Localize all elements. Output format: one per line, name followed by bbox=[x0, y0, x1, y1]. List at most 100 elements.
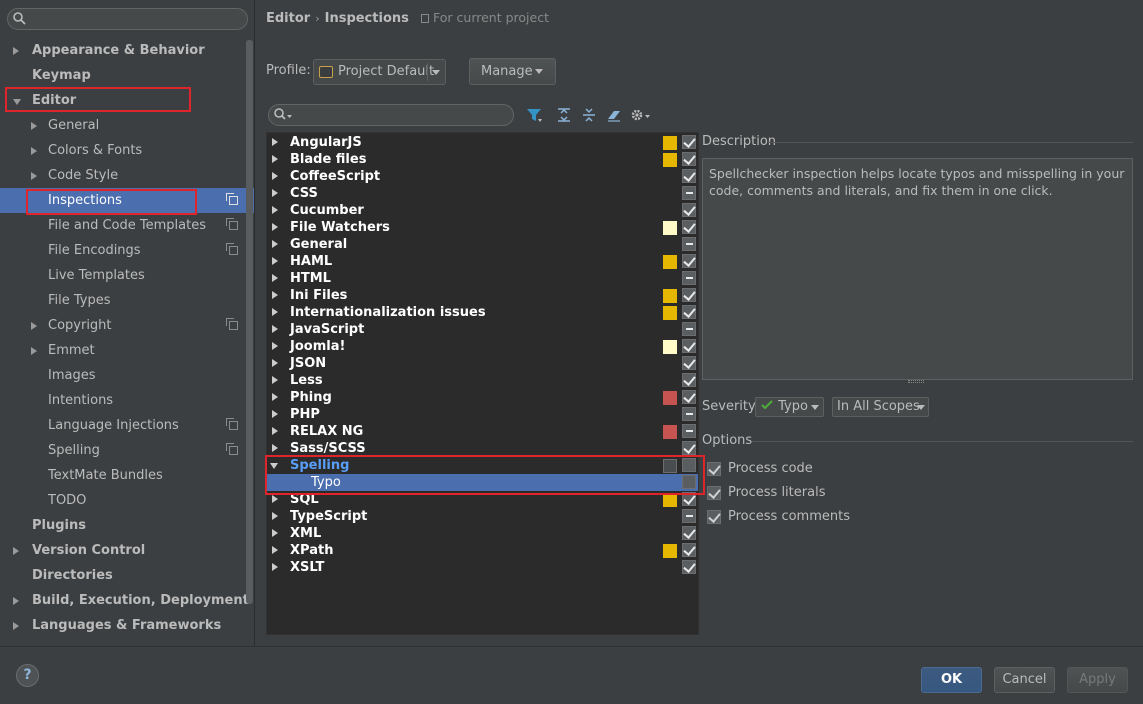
checkbox[interactable] bbox=[707, 462, 721, 476]
sidebar-item-plugins[interactable]: Plugins bbox=[0, 513, 254, 538]
enable-checkbox[interactable] bbox=[682, 169, 696, 183]
enable-checkbox[interactable] bbox=[682, 135, 696, 149]
sidebar-item-file-encodings[interactable]: File Encodings bbox=[0, 238, 254, 263]
sidebar-item-colors-fonts[interactable]: Colors & Fonts bbox=[0, 138, 254, 163]
sidebar-item-textmate-bundles[interactable]: TextMate Bundles bbox=[0, 463, 254, 488]
checkbox[interactable] bbox=[707, 486, 721, 500]
inspection-group-row[interactable]: AngularJS bbox=[267, 134, 698, 151]
inspection-group-row[interactable]: Internationalization issues bbox=[267, 304, 698, 321]
sidebar-item-version-control[interactable]: Version Control bbox=[0, 538, 254, 563]
enable-checkbox[interactable] bbox=[682, 526, 696, 540]
expand-arrow-icon[interactable] bbox=[272, 342, 278, 350]
expand-all-icon[interactable] bbox=[556, 107, 572, 123]
inspection-group-row[interactable]: Ini Files bbox=[267, 287, 698, 304]
expand-arrow-icon[interactable] bbox=[272, 206, 278, 214]
expand-arrow-icon[interactable] bbox=[272, 563, 278, 571]
inspection-group-row[interactable]: PHP bbox=[267, 406, 698, 423]
expand-arrow-icon[interactable] bbox=[31, 122, 37, 130]
sidebar-item-languages-frameworks[interactable]: Languages & Frameworks bbox=[0, 613, 254, 638]
enable-checkbox[interactable] bbox=[682, 543, 696, 557]
manage-button[interactable]: Manage bbox=[469, 58, 556, 85]
inspection-group-row[interactable]: XML bbox=[267, 525, 698, 542]
inspection-group-row[interactable]: HTML bbox=[267, 270, 698, 287]
gear-icon[interactable] bbox=[630, 107, 652, 123]
expand-arrow-icon[interactable] bbox=[272, 274, 278, 282]
sidebar-item-file-code-templates[interactable]: File and Code Templates bbox=[0, 213, 254, 238]
inspection-group-row[interactable]: CSS bbox=[267, 185, 698, 202]
expand-arrow-icon[interactable] bbox=[13, 547, 19, 555]
sidebar-item-copyright[interactable]: Copyright bbox=[0, 313, 254, 338]
expand-arrow-icon[interactable] bbox=[31, 347, 37, 355]
sidebar-item-spelling[interactable]: Spelling bbox=[0, 438, 254, 463]
filter-icon[interactable] bbox=[526, 107, 542, 123]
inspection-group-row[interactable]: XSLT bbox=[267, 559, 698, 576]
inspection-group-row[interactable]: Cucumber bbox=[267, 202, 698, 219]
enable-checkbox[interactable] bbox=[682, 322, 696, 336]
sidebar-item-language-injections[interactable]: Language Injections bbox=[0, 413, 254, 438]
expand-arrow-icon[interactable] bbox=[272, 257, 278, 265]
sidebar-item-general[interactable]: General bbox=[0, 113, 254, 138]
severity-select[interactable]: Typo bbox=[755, 397, 824, 417]
sidebar-item-directories[interactable]: Directories bbox=[0, 563, 254, 588]
expand-arrow-icon[interactable] bbox=[272, 325, 278, 333]
profile-select[interactable]: Project Default bbox=[313, 59, 446, 85]
enable-checkbox[interactable] bbox=[682, 288, 696, 302]
expand-arrow-icon[interactable] bbox=[272, 138, 278, 146]
enable-checkbox[interactable] bbox=[682, 220, 696, 234]
expand-arrow-icon[interactable] bbox=[272, 529, 278, 537]
expand-arrow-icon[interactable] bbox=[272, 172, 278, 180]
expand-arrow-icon[interactable] bbox=[272, 444, 278, 452]
sidebar-item-keymap[interactable]: Keymap bbox=[0, 63, 254, 88]
resize-grip[interactable] bbox=[908, 380, 924, 383]
enable-checkbox[interactable] bbox=[682, 356, 696, 370]
enable-checkbox[interactable] bbox=[682, 560, 696, 574]
expand-arrow-icon[interactable] bbox=[31, 147, 37, 155]
sidebar-scrollbar[interactable] bbox=[246, 40, 253, 604]
expand-arrow-icon[interactable] bbox=[13, 622, 19, 630]
enable-checkbox[interactable] bbox=[682, 339, 696, 353]
inspection-group-row[interactable]: General bbox=[267, 236, 698, 253]
sidebar-item-images[interactable]: Images bbox=[0, 363, 254, 388]
enable-checkbox[interactable] bbox=[682, 509, 696, 523]
expand-arrow-icon[interactable] bbox=[272, 189, 278, 197]
enable-checkbox[interactable] bbox=[682, 390, 696, 404]
enable-checkbox[interactable] bbox=[682, 254, 696, 268]
inspection-group-row[interactable]: HAML bbox=[267, 253, 698, 270]
expand-arrow-icon[interactable] bbox=[272, 291, 278, 299]
settings-search-input[interactable] bbox=[7, 8, 248, 30]
expand-arrow-icon[interactable] bbox=[272, 546, 278, 554]
enable-checkbox[interactable] bbox=[682, 305, 696, 319]
enable-checkbox[interactable] bbox=[682, 186, 696, 200]
enable-checkbox[interactable] bbox=[682, 441, 696, 455]
expand-arrow-icon[interactable] bbox=[272, 376, 278, 384]
inspection-group-row[interactable]: TypeScript bbox=[267, 508, 698, 525]
collapse-all-icon[interactable] bbox=[581, 107, 597, 123]
enable-checkbox[interactable] bbox=[682, 203, 696, 217]
sidebar-item-file-types[interactable]: File Types bbox=[0, 288, 254, 313]
apply-button[interactable]: Apply bbox=[1067, 667, 1128, 693]
ok-button[interactable]: OK bbox=[921, 667, 982, 693]
enable-checkbox[interactable] bbox=[682, 152, 696, 166]
expand-arrow-icon[interactable] bbox=[272, 359, 278, 367]
expand-arrow-icon[interactable] bbox=[31, 322, 37, 330]
inspection-group-row[interactable]: Blade files bbox=[267, 151, 698, 168]
sidebar-item-code-style[interactable]: Code Style bbox=[0, 163, 254, 188]
sidebar-item-todo[interactable]: TODO bbox=[0, 488, 254, 513]
sidebar-item-live-templates[interactable]: Live Templates bbox=[0, 263, 254, 288]
inspection-group-row[interactable]: Less bbox=[267, 372, 698, 389]
inspection-group-row[interactable]: RELAX NG bbox=[267, 423, 698, 440]
expand-arrow-icon[interactable] bbox=[272, 223, 278, 231]
expand-arrow-icon[interactable] bbox=[272, 155, 278, 163]
sidebar-item-appearance-behavior[interactable]: Appearance & Behavior bbox=[0, 38, 254, 63]
expand-arrow-icon[interactable] bbox=[272, 495, 278, 503]
expand-arrow-icon[interactable] bbox=[272, 427, 278, 435]
sidebar-item-build-execution-deployment[interactable]: Build, Execution, Deployment bbox=[0, 588, 254, 613]
inspection-group-row[interactable]: JSON bbox=[267, 355, 698, 372]
expand-arrow-icon[interactable] bbox=[13, 47, 19, 55]
expand-arrow-icon[interactable] bbox=[272, 512, 278, 520]
inspection-filter-input[interactable] bbox=[268, 104, 514, 126]
expand-arrow-icon[interactable] bbox=[272, 393, 278, 401]
sidebar-item-intentions[interactable]: Intentions bbox=[0, 388, 254, 413]
reset-eraser-icon[interactable] bbox=[606, 107, 622, 123]
expand-arrow-icon[interactable] bbox=[272, 308, 278, 316]
